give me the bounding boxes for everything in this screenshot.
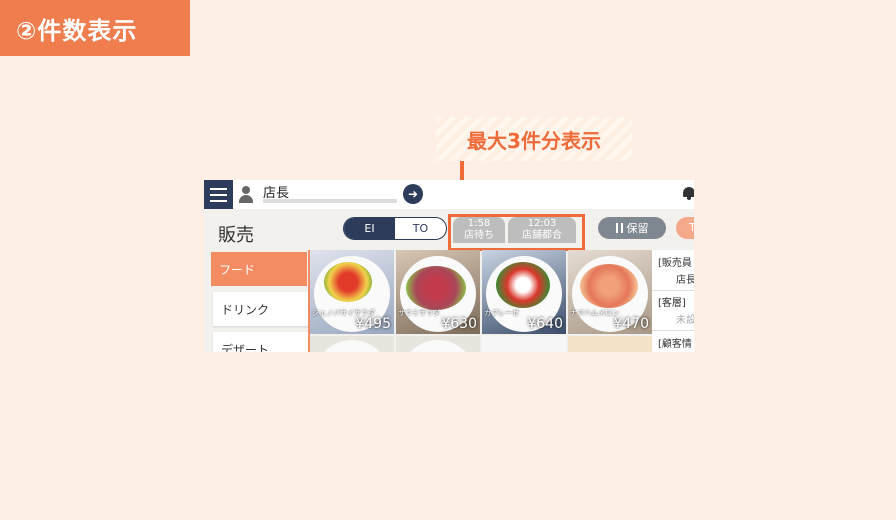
product-name: ナマハムメロン xyxy=(570,309,619,317)
step-tag: ②件数表示 xyxy=(0,0,190,56)
product-name: サラミサラダ xyxy=(398,309,440,317)
product-price: ¥495 xyxy=(355,316,391,332)
product-tile[interactable] xyxy=(482,336,566,352)
product-price: ¥470 xyxy=(613,316,649,332)
product-grid: ジェノバサイサラダ ¥495 サラミサラダ ¥630 カプレーゼ ¥640 ナマ… xyxy=(310,250,652,352)
page-title: 販売 xyxy=(218,225,254,246)
sales-staff-label: [販売員 xyxy=(658,258,692,269)
hold-button[interactable]: 保留 xyxy=(598,217,666,239)
category-sidebar: フード ドリンク デザート xyxy=(204,250,309,352)
callout-label: 最大3件分表示 xyxy=(436,117,632,161)
sales-staff-value: 店長 xyxy=(676,275,694,286)
product-name: カプレーゼ xyxy=(484,309,519,317)
product-price: ¥630 xyxy=(441,316,477,332)
take-out-button[interactable]: TO xyxy=(395,218,446,239)
category-food[interactable]: フード xyxy=(211,252,307,286)
queue-highlight-box xyxy=(448,214,585,251)
product-tile[interactable]: ジェノバサイサラダ ¥495 xyxy=(310,250,394,334)
logout-icon[interactable]: ➜ xyxy=(403,184,423,204)
user-progress-bar xyxy=(263,199,397,203)
product-tile[interactable] xyxy=(396,336,480,352)
category-drink[interactable]: ドリンク xyxy=(213,292,309,326)
product-tile[interactable]: カプレーゼ ¥640 xyxy=(482,250,566,334)
hold-label: 保留 xyxy=(626,222,649,235)
eat-in-button[interactable]: EI xyxy=(344,218,395,239)
bell-icon[interactable] xyxy=(682,185,694,200)
product-tile[interactable]: サラミサラダ ¥630 xyxy=(396,250,480,334)
customer-tier-value: 未設 xyxy=(676,315,694,326)
service-toggle[interactable]: EI TO xyxy=(343,217,447,240)
pos-app-window: 店長 ➜ 販売 EI TO 1:58 店待ち 12:03 店舗都合 保留 T フ… xyxy=(204,180,694,352)
product-tile[interactable] xyxy=(310,336,394,352)
customer-tier-label: [客層] xyxy=(658,298,686,309)
category-dessert[interactable]: デザート xyxy=(213,332,309,352)
order-info-panel: [販売員 店長 [客層] 未設 [顧客情 xyxy=(652,250,694,352)
product-tile[interactable]: ナマハムメロン ¥470 xyxy=(568,250,652,334)
user-icon xyxy=(239,186,253,203)
menu-icon[interactable] xyxy=(204,180,233,209)
product-tile[interactable] xyxy=(568,336,652,352)
pause-icon xyxy=(615,223,623,233)
product-price: ¥640 xyxy=(527,316,563,332)
top-bar: 店長 ➜ xyxy=(204,180,694,209)
customer-info-label: [顧客情 xyxy=(658,339,692,350)
next-button[interactable]: T xyxy=(676,217,694,239)
